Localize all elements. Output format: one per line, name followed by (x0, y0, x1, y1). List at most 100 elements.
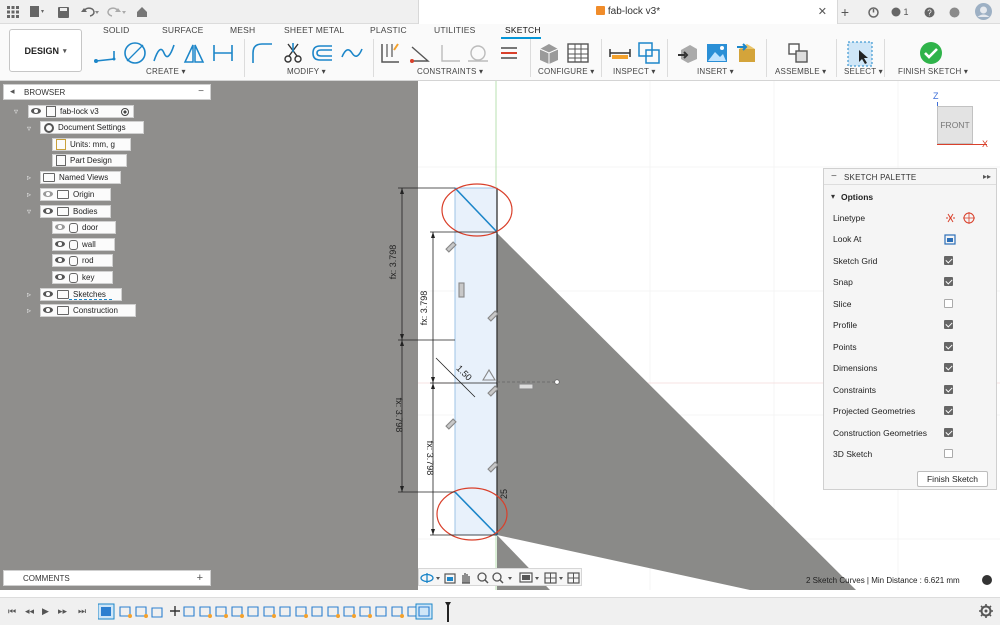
insert-mcmaster-icon[interactable] (735, 41, 759, 65)
tab-surface[interactable]: SURFACE (162, 25, 204, 35)
close-tab-icon[interactable]: ✕ (818, 5, 827, 18)
collinear-constraint-icon[interactable] (408, 41, 432, 65)
group-inspect[interactable]: INSPECT ▾ (613, 67, 656, 76)
visibility-eye-icon[interactable] (53, 239, 67, 250)
group-configure[interactable]: CONFIGURE ▾ (538, 67, 594, 76)
viewports-icon[interactable] (567, 572, 580, 584)
app-menu-grid-icon[interactable] (6, 4, 20, 20)
zoom-icon[interactable] (477, 572, 489, 584)
3d-sketch-checkbox[interactable] (944, 449, 953, 458)
collapse-palette-icon[interactable]: − (831, 171, 837, 182)
look-at-icon[interactable] (944, 233, 956, 245)
palette-section-options[interactable]: Options (841, 192, 873, 202)
profile-info-icon[interactable] (947, 4, 961, 20)
browser-body-key[interactable]: key (52, 271, 113, 284)
sketch-grid-checkbox[interactable] (944, 256, 953, 265)
help-icon[interactable]: ? (922, 4, 936, 20)
snap-checkbox[interactable] (944, 277, 953, 286)
tab-mesh[interactable]: MESH (230, 25, 255, 35)
timeline-settings-gear-icon[interactable] (979, 604, 993, 618)
collapse-browser-icon[interactable]: ◂ (10, 86, 15, 97)
browser-toggle-icon[interactable]: − (198, 86, 204, 97)
display-settings-icon[interactable] (519, 572, 539, 583)
visibility-eye-icon[interactable] (53, 255, 67, 266)
chevron-right-icon[interactable]: ▹ (27, 173, 31, 182)
browser-item-document-settings[interactable]: Document Settings (40, 121, 144, 134)
tangent-constraint-icon[interactable] (438, 41, 462, 65)
coincident-constraint-icon[interactable] (378, 41, 402, 65)
new-tab-plus-icon[interactable]: + (838, 4, 852, 20)
configure-table-icon[interactable] (566, 41, 590, 65)
redo-icon[interactable] (106, 4, 128, 20)
finish-sketch-button[interactable]: Finish Sketch (917, 471, 988, 487)
configure-cube-icon[interactable] (537, 41, 561, 65)
viewcube[interactable]: Z X FRONT (924, 89, 996, 157)
browser-item-origin[interactable]: Origin (40, 188, 111, 201)
visibility-eye-icon[interactable] (29, 106, 43, 117)
timeline-track[interactable] (98, 600, 458, 624)
document-tab[interactable]: fab-lock v3* ✕ (418, 0, 838, 24)
new-component-icon[interactable] (786, 41, 810, 65)
browser-panel-header[interactable]: ◂ BROWSER − (3, 84, 211, 100)
job-status-icon[interactable] (866, 4, 880, 20)
chevron-right-icon[interactable]: ▹ (27, 290, 31, 299)
browser-item-construction[interactable]: Construction (40, 304, 136, 317)
visibility-eye-icon[interactable] (53, 272, 67, 283)
home-icon[interactable] (135, 4, 149, 20)
chevron-down-icon[interactable]: ▿ (27, 207, 31, 216)
visibility-eye-icon[interactable] (41, 289, 55, 300)
tab-plastic[interactable]: PLASTIC (370, 25, 407, 35)
browser-item-bodies[interactable]: Bodies (40, 205, 111, 218)
projected-geometries-checkbox[interactable] (944, 406, 953, 415)
spline-tool-icon[interactable] (152, 41, 176, 65)
grid-settings-icon[interactable] (544, 572, 563, 584)
visibility-eye-icon[interactable] (41, 206, 55, 217)
line-tool-icon[interactable] (94, 41, 118, 65)
symmetry-constraint-icon[interactable] (466, 41, 490, 65)
fit-curve-tool-icon[interactable] (340, 41, 364, 65)
offset-tool-icon[interactable] (310, 41, 334, 65)
visibility-eye-hidden-icon[interactable] (41, 189, 55, 200)
measure-tool-icon[interactable] (608, 41, 632, 65)
timeline-first-icon[interactable]: ⏮ (8, 606, 16, 617)
browser-item-sketches[interactable]: Sketches (40, 288, 122, 301)
timeline-forward-icon[interactable]: ▸▸ (58, 606, 67, 617)
trim-tool-icon[interactable] (281, 41, 305, 65)
select-tool-icon[interactable] (847, 41, 873, 67)
comments-panel[interactable]: COMMENTS + (3, 570, 211, 586)
save-icon[interactable] (56, 4, 70, 20)
slice-checkbox[interactable] (944, 299, 953, 308)
centerline-linetype-icon[interactable] (963, 212, 975, 224)
circle-tool-icon[interactable] (123, 41, 147, 65)
chevron-down-icon[interactable]: ▿ (14, 107, 18, 116)
browser-body-wall[interactable]: wall (52, 238, 115, 251)
orbit-icon[interactable] (420, 573, 434, 583)
timeline-last-icon[interactable]: ⏭ (78, 606, 86, 617)
workspace-switcher-button[interactable]: DESIGN ▾ (9, 29, 82, 72)
tab-solid[interactable]: SOLID (103, 25, 130, 35)
group-finish-sketch[interactable]: FINISH SKETCH ▾ (898, 67, 968, 76)
finish-sketch-check-icon[interactable] (919, 41, 943, 65)
group-assemble[interactable]: ASSEMBLE ▾ (775, 67, 826, 76)
tab-sheet-metal[interactable]: SHEET METAL (284, 25, 344, 35)
browser-body-door[interactable]: door (52, 221, 116, 234)
dimension-tool-icon[interactable] (211, 41, 235, 65)
interference-tool-icon[interactable] (637, 41, 661, 65)
active-radio-icon[interactable] (121, 108, 129, 116)
status-expand-icon[interactable] (982, 575, 992, 585)
group-modify[interactable]: MODIFY ▾ (287, 67, 326, 76)
notifications-icon[interactable]: 1 (890, 4, 910, 20)
chevron-right-icon[interactable]: ▹ (27, 190, 31, 199)
fillet-tool-icon[interactable] (250, 41, 274, 65)
user-avatar[interactable] (974, 2, 992, 20)
chevron-down-icon[interactable]: ▿ (27, 124, 31, 133)
construction-geometries-checkbox[interactable] (944, 428, 953, 437)
group-select[interactable]: SELECT ▾ (844, 67, 883, 76)
timeline-play-icon[interactable]: ▶ (42, 606, 49, 617)
profile-checkbox[interactable] (944, 320, 953, 329)
look-at-icon[interactable] (444, 573, 456, 584)
chevron-right-icon[interactable]: ▹ (27, 306, 31, 315)
browser-item-units[interactable]: Units: mm, g (52, 138, 131, 151)
group-create[interactable]: CREATE ▾ (146, 67, 186, 76)
equal-constraint-icon[interactable] (497, 41, 521, 65)
